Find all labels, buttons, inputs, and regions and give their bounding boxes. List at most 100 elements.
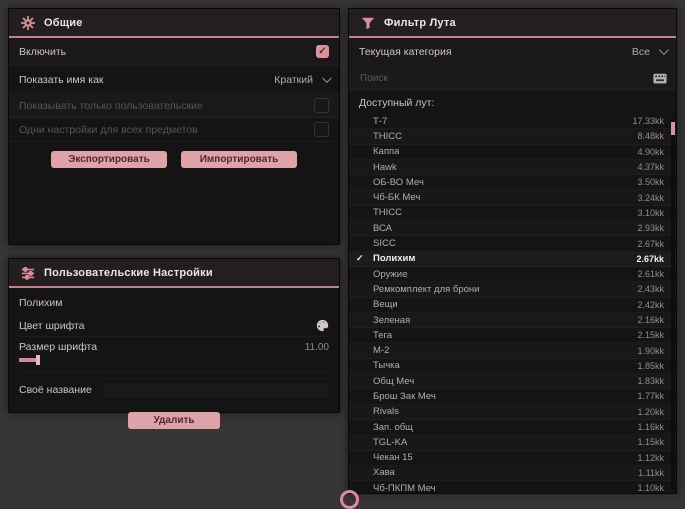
show-name-as-row: Показать имя как Краткий bbox=[9, 66, 339, 94]
only-custom-checkbox[interactable] bbox=[314, 98, 329, 113]
chevron-down-icon bbox=[658, 45, 669, 56]
list-item[interactable]: THICC 8.48kk bbox=[349, 129, 676, 145]
list-item[interactable]: Брош Зак Меч 1.77kk bbox=[349, 389, 676, 404]
font-color-label: Цвет шрифта bbox=[19, 319, 85, 332]
keyboard-icon[interactable] bbox=[653, 73, 667, 84]
item-value: 2.43kk bbox=[637, 284, 664, 295]
list-item[interactable]: Hawk 4.37kk bbox=[349, 159, 676, 176]
palette-icon[interactable] bbox=[316, 319, 329, 332]
item-name: Хава bbox=[373, 467, 395, 479]
category-value: Все bbox=[631, 45, 650, 58]
item-value: 2.15kk bbox=[637, 330, 664, 341]
general-panel-header: Общие bbox=[9, 9, 339, 38]
slider-thumb[interactable] bbox=[36, 355, 40, 365]
scrollbar-thumb[interactable] bbox=[671, 122, 675, 135]
list-item[interactable]: М-2 1.90kk bbox=[349, 343, 676, 359]
item-name: Брош Зак Меч bbox=[373, 390, 436, 402]
custom-settings-panel: Пользовательские Настройки Полихим Цвет … bbox=[8, 258, 340, 429]
list-item[interactable]: Чекан 15 1.12kk bbox=[349, 451, 676, 466]
list-item[interactable]: Rivals 1.20kk bbox=[349, 404, 676, 420]
show-name-as-dropdown[interactable]: Краткий bbox=[274, 73, 332, 86]
custom-name-input[interactable] bbox=[101, 381, 329, 398]
list-item[interactable]: Зап. общ 1.16kk bbox=[349, 420, 676, 435]
general-settings-panel: Общие Включить ✓ Показать имя как Кратки… bbox=[8, 8, 340, 245]
item-value: 1.20kk bbox=[637, 406, 664, 417]
font-size-value: 11.00 bbox=[304, 341, 329, 353]
item-name: ВСА bbox=[373, 222, 393, 234]
list-item[interactable]: ОБ-ВО Меч 3.50kk bbox=[349, 175, 676, 190]
font-color-row: Цвет шрифта bbox=[19, 315, 329, 337]
list-item[interactable]: Ремкомплект для брони 2.43kk bbox=[349, 282, 676, 298]
enable-row: Включить ✓ bbox=[9, 38, 339, 66]
item-value: 1.15kk bbox=[637, 437, 664, 448]
list-item[interactable]: Хава 1.11kk bbox=[349, 465, 676, 482]
list-item[interactable]: SICC 2.67kk bbox=[349, 236, 676, 251]
list-item[interactable]: ВСА 2.93kk bbox=[349, 221, 676, 237]
list-item[interactable]: Чб-БК Меч 3.24kk bbox=[349, 190, 676, 206]
list-item[interactable]: Тега 2.15kk bbox=[349, 328, 676, 343]
mouse-cursor bbox=[340, 490, 359, 509]
item-name: Чб-ПКПМ Меч bbox=[373, 482, 436, 494]
item-name: SICC bbox=[373, 238, 396, 250]
loot-filter-panel: Фильтр Лута Текущая категория Все Доступ… bbox=[348, 8, 677, 494]
list-item[interactable]: ✓ Полихим 2.67kk bbox=[349, 251, 676, 267]
loot-panel-header: Фильтр Лута bbox=[349, 9, 676, 38]
funnel-icon bbox=[361, 17, 375, 29]
category-dropdown[interactable]: Все bbox=[631, 45, 669, 58]
item-value: 2.67kk bbox=[636, 253, 664, 264]
export-button[interactable]: Экспортировать bbox=[51, 151, 167, 168]
list-item[interactable]: THICC 3.10kk bbox=[349, 206, 676, 221]
custom-name-row: Своё название bbox=[19, 372, 329, 402]
list-item[interactable]: Каппа 4.90kk bbox=[349, 145, 676, 160]
list-item[interactable]: Зеленая 2.16kk bbox=[349, 312, 676, 329]
item-name: THICC bbox=[373, 130, 403, 142]
font-size-slider[interactable] bbox=[19, 354, 329, 366]
search-input[interactable] bbox=[358, 71, 653, 85]
gear-icon bbox=[21, 15, 35, 30]
list-item[interactable]: Т-7 17.33kk bbox=[349, 114, 676, 129]
item-value: 3.10kk bbox=[637, 207, 664, 218]
scrollbar[interactable] bbox=[671, 119, 675, 490]
font-size-row: Размер шрифта 11.00 bbox=[19, 337, 329, 366]
font-size-label: Размер шрифта bbox=[19, 341, 98, 353]
item-value: 1.85kk bbox=[637, 360, 664, 371]
check-icon: ✓ bbox=[356, 253, 364, 264]
item-name: Зап. общ bbox=[373, 421, 413, 433]
list-item[interactable]: Вещи 2.42kk bbox=[349, 298, 676, 313]
same-settings-row: Одни настройки для всех предметов bbox=[9, 118, 339, 142]
list-item[interactable]: Общ Меч 1.83kk bbox=[349, 374, 676, 390]
item-name: Rivals bbox=[373, 406, 399, 418]
enable-label: Включить bbox=[19, 45, 67, 58]
item-name: Чекан 15 bbox=[373, 452, 413, 464]
loot-list: Т-7 17.33kk THICC 8.48kk Каппа 4.90kk Hawk 4.37… bbox=[349, 114, 676, 496]
item-value: 2.42kk bbox=[637, 299, 664, 310]
item-name: Каппа bbox=[373, 146, 400, 158]
list-item[interactable]: TGL-KA 1.15kk bbox=[349, 435, 676, 451]
item-name: Чб-БК Меч bbox=[373, 192, 421, 204]
item-name: М-2 bbox=[373, 345, 390, 357]
item-value: 1.11kk bbox=[638, 467, 664, 478]
same-settings-checkbox[interactable] bbox=[314, 122, 329, 137]
item-name: Hawk bbox=[373, 161, 397, 173]
item-name: TGL-KA bbox=[373, 436, 408, 448]
list-item[interactable]: Оружие 2.61kk bbox=[349, 267, 676, 282]
item-value: 17.33kk bbox=[632, 116, 664, 127]
show-name-as-label: Показать имя как bbox=[19, 73, 104, 86]
item-value: 1.10kk bbox=[637, 483, 664, 494]
item-value: 1.12kk bbox=[637, 452, 664, 463]
delete-button[interactable]: Удалить bbox=[128, 412, 220, 429]
only-custom-row: Показывать только пользовательские bbox=[9, 94, 339, 118]
import-button[interactable]: Импортировать bbox=[181, 151, 297, 168]
item-name: THICC bbox=[373, 207, 403, 219]
item-name: Т-7 bbox=[373, 115, 388, 127]
item-value: 1.90kk bbox=[637, 345, 664, 356]
list-item[interactable]: Тычка 1.85kk bbox=[349, 359, 676, 374]
item-value: 3.50kk bbox=[637, 177, 664, 188]
enable-checkbox[interactable]: ✓ bbox=[316, 45, 329, 58]
same-settings-label: Одни настройки для всех предметов bbox=[19, 123, 198, 136]
item-value: 1.83kk bbox=[637, 376, 664, 387]
item-name: Оружие bbox=[373, 268, 408, 280]
item-value: 2.93kk bbox=[637, 223, 664, 234]
list-item[interactable]: Чб-ПКПМ Меч 1.10kk bbox=[349, 481, 676, 496]
item-name: Зеленая bbox=[373, 314, 411, 326]
